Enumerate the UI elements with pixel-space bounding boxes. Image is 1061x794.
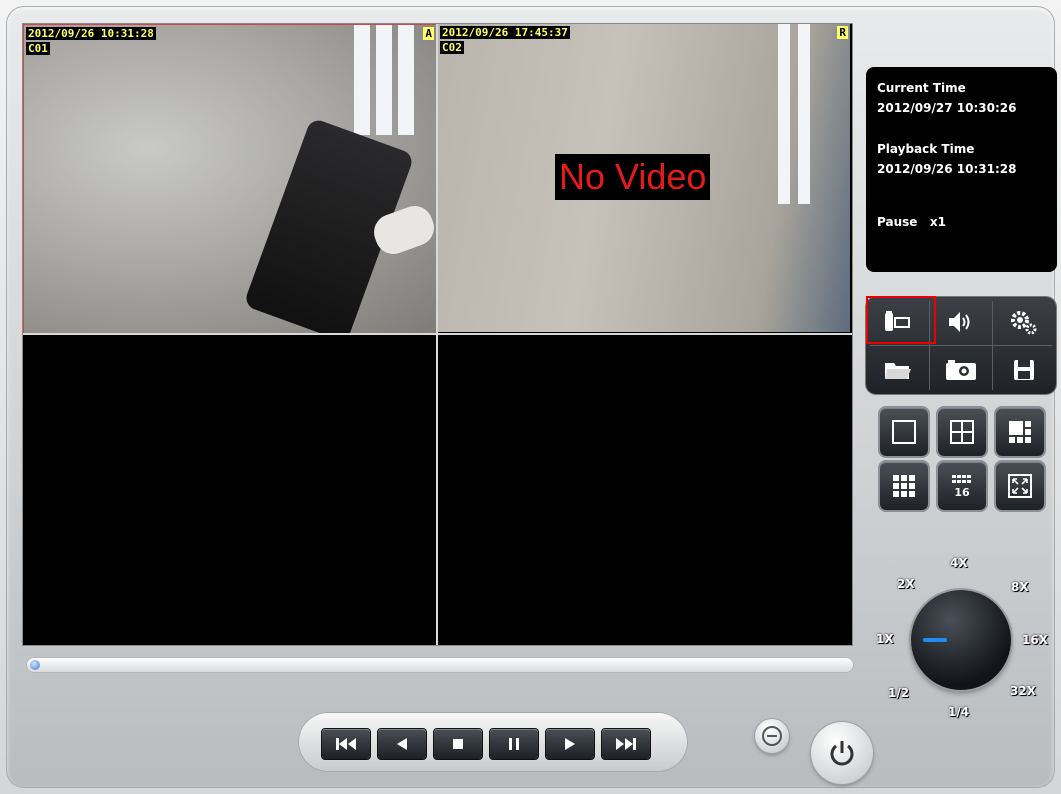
camera-tile-2[interactable]: 2012/09/26 17:45:37 C02 R No Video	[438, 24, 850, 332]
skip-back-button[interactable]	[322, 729, 370, 759]
play-reverse-button[interactable]	[378, 729, 426, 759]
layout-4-icon	[950, 420, 974, 444]
pause-icon	[509, 738, 519, 750]
window-blind	[354, 25, 370, 135]
info-panel: Current Time 2012/09/27 10:30:26 Playbac…	[866, 67, 1057, 272]
save-button[interactable]	[993, 346, 1055, 393]
snapshot-icon	[946, 359, 976, 380]
speed-label-4x[interactable]: 4X	[950, 556, 968, 570]
settings-button[interactable]	[993, 298, 1055, 345]
video-grid: 2012/09/26 10:31:28 C01 A 2012/09/26 17:…	[22, 23, 853, 646]
fullscreen-button[interactable]	[996, 462, 1044, 510]
volume-icon	[949, 311, 970, 332]
settings-icon	[1011, 310, 1037, 334]
camera-timestamp: 2012/09/26 17:45:37	[440, 26, 570, 39]
layout-9-icon	[893, 475, 915, 497]
playback-seekbar[interactable]	[26, 657, 854, 673]
seekbar-handle[interactable]	[30, 660, 40, 670]
layout-1-button[interactable]	[880, 408, 928, 456]
grid-divider	[23, 333, 852, 335]
power-button[interactable]	[811, 722, 873, 784]
window-blind	[778, 24, 790, 204]
speed-label-1-4[interactable]: 1/4	[948, 705, 969, 719]
speed-label-32x[interactable]: 32X	[1010, 684, 1036, 698]
transport-controls	[298, 712, 688, 772]
camera-flag: R	[837, 26, 848, 39]
play-reverse-icon	[397, 738, 407, 750]
skip-back-icon	[336, 738, 356, 750]
layout-4-button[interactable]	[938, 408, 986, 456]
snapshot-button[interactable]	[930, 346, 992, 393]
minimize-icon	[762, 726, 782, 746]
save-icon	[1014, 359, 1034, 380]
speed-label-8x[interactable]: 8X	[1011, 580, 1029, 594]
speed-label-1x[interactable]: 1X	[876, 632, 894, 646]
window-blind	[398, 25, 414, 135]
speed-knob[interactable]	[911, 590, 1011, 690]
layout-1-icon	[892, 420, 916, 444]
fullscreen-icon	[1008, 474, 1032, 498]
speed-label-2x[interactable]: 2X	[897, 577, 915, 591]
camera-tile-3[interactable]	[23, 335, 435, 643]
speed-knob-indicator	[923, 638, 947, 642]
speed-label-1-2[interactable]: 1/2	[888, 686, 909, 700]
camera-tile-1[interactable]: 2012/09/26 10:31:28 C01 A	[23, 24, 437, 334]
window-blind	[798, 24, 810, 204]
camera-id: C01	[26, 42, 50, 55]
current-time-value: 2012/09/27 10:30:26	[877, 101, 1017, 115]
layout-16-icon: 16	[952, 475, 971, 499]
layout-6-icon	[1009, 421, 1031, 443]
speed-label-16x[interactable]: 16X	[1022, 633, 1048, 647]
volume-button[interactable]	[930, 298, 992, 345]
camera-flag: A	[423, 27, 434, 40]
stop-button[interactable]	[434, 729, 482, 759]
skip-forward-icon	[616, 738, 636, 750]
playback-status: Pause x1	[877, 215, 947, 229]
skip-forward-button[interactable]	[602, 729, 650, 759]
stop-icon	[453, 739, 463, 749]
window-blind	[376, 25, 392, 135]
current-time-label: Current Time	[877, 81, 966, 95]
minimize-button[interactable]	[755, 719, 789, 753]
selected-tool-highlight	[866, 296, 936, 344]
playback-time-label: Playback Time	[877, 142, 975, 156]
layout-9-button[interactable]	[880, 462, 928, 510]
layout-6-button[interactable]	[996, 408, 1044, 456]
open-folder-button[interactable]	[867, 346, 929, 393]
pause-button[interactable]	[490, 729, 538, 759]
no-video-label: No Video	[555, 154, 711, 200]
camera-tile-4[interactable]	[438, 335, 850, 643]
camera-timestamp: 2012/09/26 10:31:28	[26, 27, 156, 40]
svg-text:16: 16	[954, 486, 970, 499]
layout-16-button[interactable]: 16	[938, 462, 986, 510]
camera-id: C02	[440, 41, 464, 54]
playback-time-value: 2012/09/26 10:31:28	[877, 162, 1017, 176]
play-icon	[565, 738, 575, 750]
play-button[interactable]	[546, 729, 594, 759]
folder-icon	[885, 362, 911, 379]
power-icon	[830, 741, 854, 766]
